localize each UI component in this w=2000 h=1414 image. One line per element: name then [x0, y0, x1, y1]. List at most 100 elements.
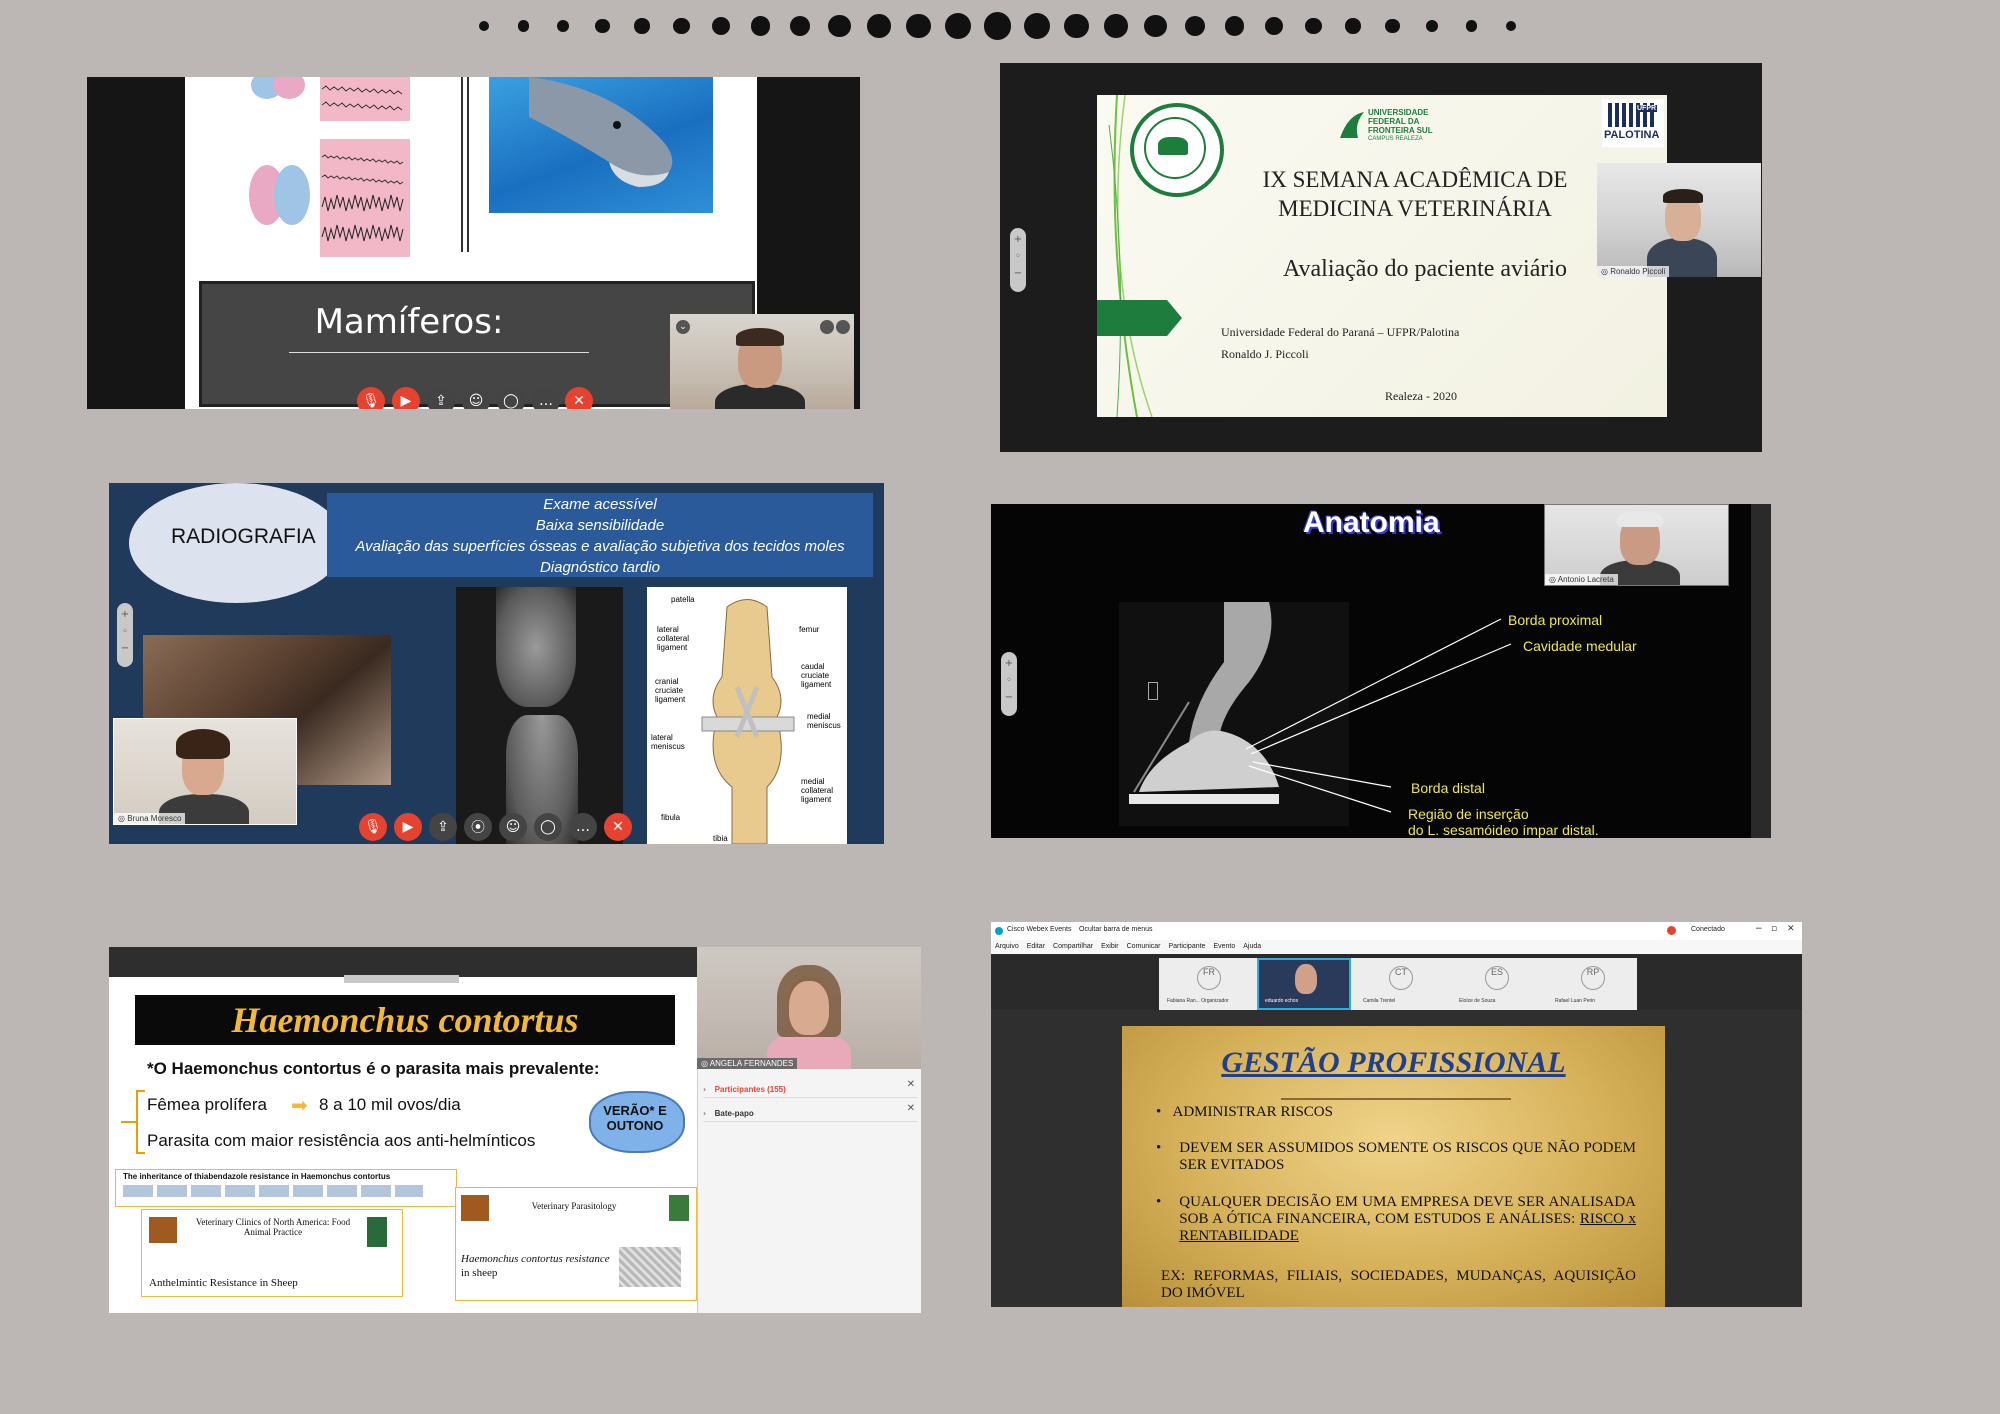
label-cranial-cruciate: cranial cruciate ligament — [655, 677, 686, 704]
minimize-icon[interactable]: − — [1755, 924, 1763, 934]
slide-title: Haemonchus contortus — [231, 1000, 579, 1040]
chevron-right-icon: › — [703, 1109, 707, 1118]
paper-1-title: The inheritance of thiabendazole resista… — [123, 1172, 391, 1181]
participant-name: ◎ Bruna Moresco — [114, 813, 186, 824]
zoom-control[interactable]: + ◦ − — [117, 603, 133, 667]
screenshot-panel-semana-academica: UNIVERSIDADE FEDERAL DA FRONTEIRA SUL CA… — [1000, 63, 1762, 452]
paper-2-journal: Veterinary Clinics of North America: Foo… — [195, 1217, 351, 1237]
share-icon[interactable]: ⇪ — [429, 813, 457, 841]
journal-cover-2 — [669, 1195, 689, 1221]
bracket-decoration — [121, 1090, 145, 1154]
menu-item-ajuda[interactable]: Ajuda — [1243, 940, 1261, 954]
slide-title-underline — [289, 352, 589, 353]
journal-cover — [367, 1217, 387, 1247]
chat-icon[interactable]: ◯ — [534, 813, 562, 841]
label-borda-proximal: Borda proximal — [1508, 612, 1603, 628]
share-icon[interactable]: ⇪ — [427, 387, 455, 409]
participants-icon[interactable]: ☺ — [499, 813, 527, 841]
zoom-in-icon[interactable]: + — [121, 609, 129, 620]
label-cavidade-medular: Cavidade medular — [1523, 638, 1637, 654]
bullet-3-text: QUALQUER DECISÃO EM UMA EMPRESA DEVE SER… — [1179, 1194, 1636, 1227]
zoom-out-icon[interactable]: − — [1014, 268, 1022, 279]
paper-3-journal: Veterinary Parasitology — [531, 1201, 617, 1211]
bullet-4: Diagnóstico tardio — [539, 559, 661, 576]
participant-name-text: ANGELA FERNANDES — [709, 1059, 794, 1068]
title-ornament — [1281, 1098, 1511, 1100]
menu-item-arquivo[interactable]: Arquivo — [995, 940, 1019, 954]
close-icon[interactable]: ✕ — [1787, 924, 1795, 934]
zoom-in-icon[interactable]: + — [1005, 658, 1013, 669]
zoom-in-icon[interactable]: + — [1014, 234, 1022, 245]
univ-line-1: UNIVERSIDADE — [1368, 108, 1429, 117]
maximize-icon[interactable]: ▫ — [1771, 924, 1777, 934]
decorative-dots-row — [0, 0, 2000, 52]
zoom-reset-icon[interactable]: ◦ — [122, 626, 128, 637]
mic-icon[interactable]: 🎙 — [359, 813, 387, 841]
hide-menu-label[interactable]: Ocultar barra de menus — [1079, 926, 1153, 933]
seal-logo — [1130, 103, 1224, 197]
fullscreen-icon[interactable] — [820, 320, 834, 334]
slide-subtitle: Avaliação do paciente aviário — [1282, 256, 1568, 282]
camera-icon[interactable]: ▶ — [392, 387, 420, 409]
decorative-dot — [1385, 18, 1400, 34]
label-medial-collateral: medial collateral ligament — [801, 777, 834, 804]
participant-tile-2[interactable]: eduardo echos — [1257, 958, 1351, 1010]
zoom-control[interactable]: + ◦ − — [1010, 228, 1026, 292]
univ-line-2: FEDERAL DA — [1368, 117, 1420, 126]
menu-item-evento[interactable]: Evento — [1213, 940, 1235, 954]
bullet-3: Avaliação das superfícies ósseas e avali… — [355, 538, 845, 555]
decorative-dot — [517, 20, 530, 32]
zoom-control[interactable]: + ◦ − — [1001, 652, 1017, 716]
screenshot-panel-haemonchus: Haemonchus contortus *O Haemonchus conto… — [109, 947, 921, 1313]
slide-title: GESTÃO PROFISSIONAL — [1221, 1046, 1566, 1079]
mic-icon[interactable]: 🎙 — [357, 387, 385, 409]
record-icon[interactable]: ⦿ — [464, 813, 492, 841]
end-call-icon[interactable]: ✕ — [604, 813, 632, 841]
menu-item-exibir[interactable]: Exibir — [1101, 940, 1119, 954]
decorative-dot — [1224, 16, 1245, 36]
more-icon[interactable]: … — [532, 387, 560, 409]
presenter-video: ⌄ — [670, 314, 854, 409]
participants-section[interactable]: › Participantes (155) ✕ — [703, 1079, 917, 1098]
screenshot-panel-gestao: Cisco Webex Events Ocultar barra de menu… — [991, 922, 1802, 1307]
participant-tile-4[interactable]: ES Eloíze de Souza — [1449, 958, 1543, 1010]
decorative-dot — [906, 13, 931, 39]
camera-icon[interactable]: ▶ — [394, 813, 422, 841]
participant-tile-1[interactable]: FR Fabiana Ran... Organizador — [1161, 958, 1255, 1010]
label-regiao-insercao: Região de inserção — [1408, 806, 1529, 822]
participant-tile-5[interactable]: RP Rafael Luan Perin — [1545, 958, 1639, 1010]
zoom-reset-icon[interactable]: ◦ — [1015, 251, 1021, 262]
menu-item-compartilhar[interactable]: Compartilhar — [1053, 940, 1093, 954]
screenshot-panel-anatomia: Anatomia Borda proximal Cavidade medular… — [991, 504, 1771, 838]
close-icon[interactable]: ✕ — [907, 1079, 915, 1090]
zoom-reset-icon[interactable]: ◦ — [1006, 675, 1012, 686]
status-icon — [1667, 926, 1676, 935]
end-call-icon[interactable]: ✕ — [565, 387, 593, 409]
participant-tile-3[interactable]: CT Camila Trentel — [1353, 958, 1447, 1010]
chat-section[interactable]: › Bate-papo ✕ — [703, 1103, 917, 1122]
decorative-dot — [1104, 14, 1128, 38]
participants-icon[interactable]: ☺ — [462, 387, 490, 409]
participant-name: Camila Trentel — [1363, 998, 1396, 1004]
bullet-1-value: 8 a 10 mil ovos/dia — [319, 1095, 461, 1114]
menu-item-participante[interactable]: Participante — [1168, 940, 1205, 954]
menu-item-comunicar[interactable]: Comunicar — [1127, 940, 1161, 954]
decorative-dot — [1305, 17, 1322, 35]
menu-item-editar[interactable]: Editar — [1027, 940, 1045, 954]
expand-icon[interactable] — [836, 320, 850, 334]
slide-title: RADIOGRAFIA — [171, 525, 316, 548]
season-bubble-text: VERÃO* E OUTONO — [603, 1103, 667, 1133]
avatar: RP — [1581, 966, 1605, 990]
decorative-dot — [1425, 19, 1439, 33]
chat-icon[interactable]: ◯ — [497, 387, 525, 409]
zoom-out-icon[interactable]: − — [121, 643, 129, 654]
chevron-down-icon[interactable]: ⌄ — [676, 320, 690, 334]
bullet-1: Exame acessível — [543, 496, 657, 513]
participant-name: ◎ Ronaldo Piccoli — [1597, 266, 1670, 277]
more-icon[interactable]: … — [569, 813, 597, 841]
label-lateral-collateral: lateral collateral ligament — [657, 625, 690, 652]
close-icon[interactable]: ✕ — [907, 1103, 915, 1114]
zoom-out-icon[interactable]: − — [1005, 692, 1013, 703]
presenter-video: ◎ Ronaldo Piccoli — [1597, 163, 1761, 277]
decorative-dot — [1465, 20, 1478, 32]
